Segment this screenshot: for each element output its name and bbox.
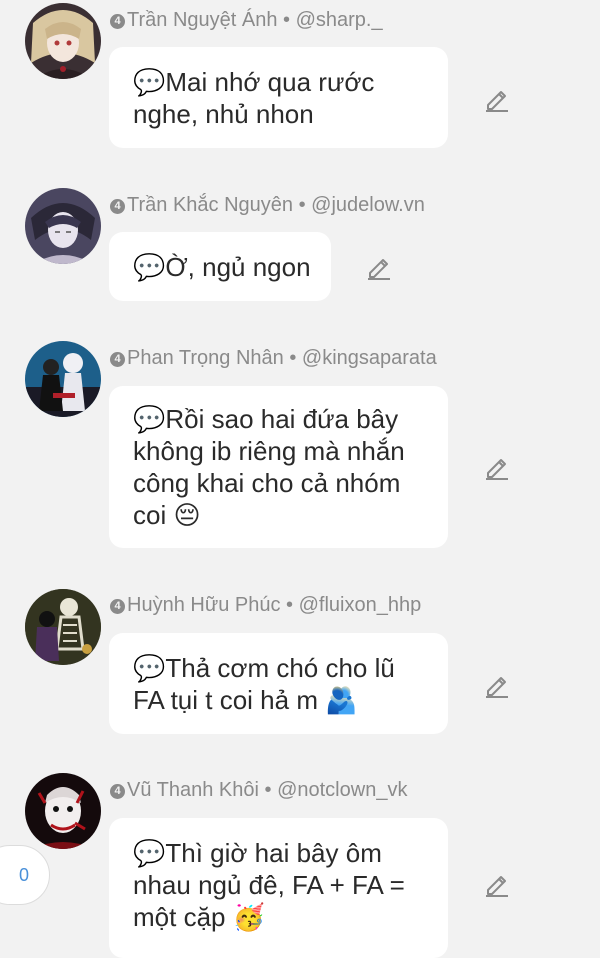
author-name[interactable]: Vũ Thanh Khôi bbox=[127, 779, 259, 801]
message-text-line: FA tụi t coi hả m 🫂 bbox=[133, 685, 358, 715]
message-meta: 4 Vũ Thanh Khôi • @notclown_vk bbox=[110, 778, 407, 802]
avatar[interactable] bbox=[25, 773, 101, 849]
avatar[interactable] bbox=[25, 341, 101, 417]
author-handle[interactable]: @fluixon_hhp bbox=[299, 594, 422, 616]
message-bubble[interactable]: 💬Thả cơm chó cho lũ FA tụi t coi hả m 🫂 bbox=[109, 633, 448, 734]
pencil-icon[interactable] bbox=[483, 85, 511, 113]
message-bubble[interactable]: 💬Rồi sao hai đứa bây không ib riêng mà n… bbox=[109, 386, 448, 548]
avatar[interactable] bbox=[25, 188, 101, 264]
level-badge: 4 bbox=[110, 784, 125, 799]
level-badge: 4 bbox=[110, 599, 125, 614]
author-name[interactable]: Phan Trọng Nhân bbox=[127, 347, 284, 369]
level-badge: 4 bbox=[110, 352, 125, 367]
message-meta: 4 Phan Trọng Nhân • @kingsaparata bbox=[110, 346, 437, 370]
message-text-line: công khai cho cả nhóm bbox=[133, 468, 401, 498]
message-text-line: 💬Thả cơm chó cho lũ bbox=[133, 653, 395, 683]
avatar[interactable] bbox=[25, 3, 101, 79]
floating-counter-button[interactable]: 0 bbox=[0, 845, 50, 905]
message-bubble[interactable]: 💬Mai nhớ qua rước nghe, nhủ nhon bbox=[109, 47, 448, 148]
author-name[interactable]: Trần Khắc Nguyên bbox=[127, 194, 293, 216]
message-text-line: nhau ngủ đê, FA + FA = bbox=[133, 870, 405, 900]
message-text-line: 💬Thì giờ hai bây ôm bbox=[133, 838, 382, 868]
message-text-line: nghe, nhủ nhon bbox=[133, 99, 314, 129]
message-text-line: coi 😔 bbox=[133, 500, 201, 530]
author-handle[interactable]: @sharp._ bbox=[296, 9, 383, 31]
pencil-icon[interactable] bbox=[483, 671, 511, 699]
level-badge: 4 bbox=[110, 14, 125, 29]
pencil-icon[interactable] bbox=[365, 253, 393, 281]
author-name[interactable]: Huỳnh Hữu Phúc bbox=[127, 594, 280, 616]
author-handle[interactable]: @kingsaparata bbox=[302, 347, 437, 369]
avatar[interactable] bbox=[25, 589, 101, 665]
message-text-line: 💬Mai nhớ qua rước bbox=[133, 67, 375, 97]
message-meta: 4 Trần Nguyệt Ánh • @sharp._ bbox=[110, 8, 383, 32]
author-handle[interactable]: @judelow.vn bbox=[311, 194, 425, 216]
message-meta: 4 Huỳnh Hữu Phúc • @fluixon_hhp bbox=[110, 593, 421, 617]
author-name[interactable]: Trần Nguyệt Ánh bbox=[127, 9, 277, 31]
pencil-icon[interactable] bbox=[483, 453, 511, 481]
message-text-line: 💬Ờ, ngủ ngon bbox=[133, 252, 311, 282]
author-handle[interactable]: @notclown_vk bbox=[277, 779, 407, 801]
pencil-icon[interactable] bbox=[483, 870, 511, 898]
message-text-line: không ib riêng mà nhắn bbox=[133, 436, 405, 466]
message-bubble[interactable]: 💬Ờ, ngủ ngon bbox=[109, 232, 331, 301]
message-text-line: 💬Rồi sao hai đứa bây bbox=[133, 404, 399, 434]
message-meta: 4 Trần Khắc Nguyên • @judelow.vn bbox=[110, 193, 425, 217]
message-text-line: một cặp 🥳 bbox=[133, 902, 266, 932]
level-badge: 4 bbox=[110, 199, 125, 214]
message-bubble[interactable]: 💬Thì giờ hai bây ôm nhau ngủ đê, FA + FA… bbox=[109, 818, 448, 958]
